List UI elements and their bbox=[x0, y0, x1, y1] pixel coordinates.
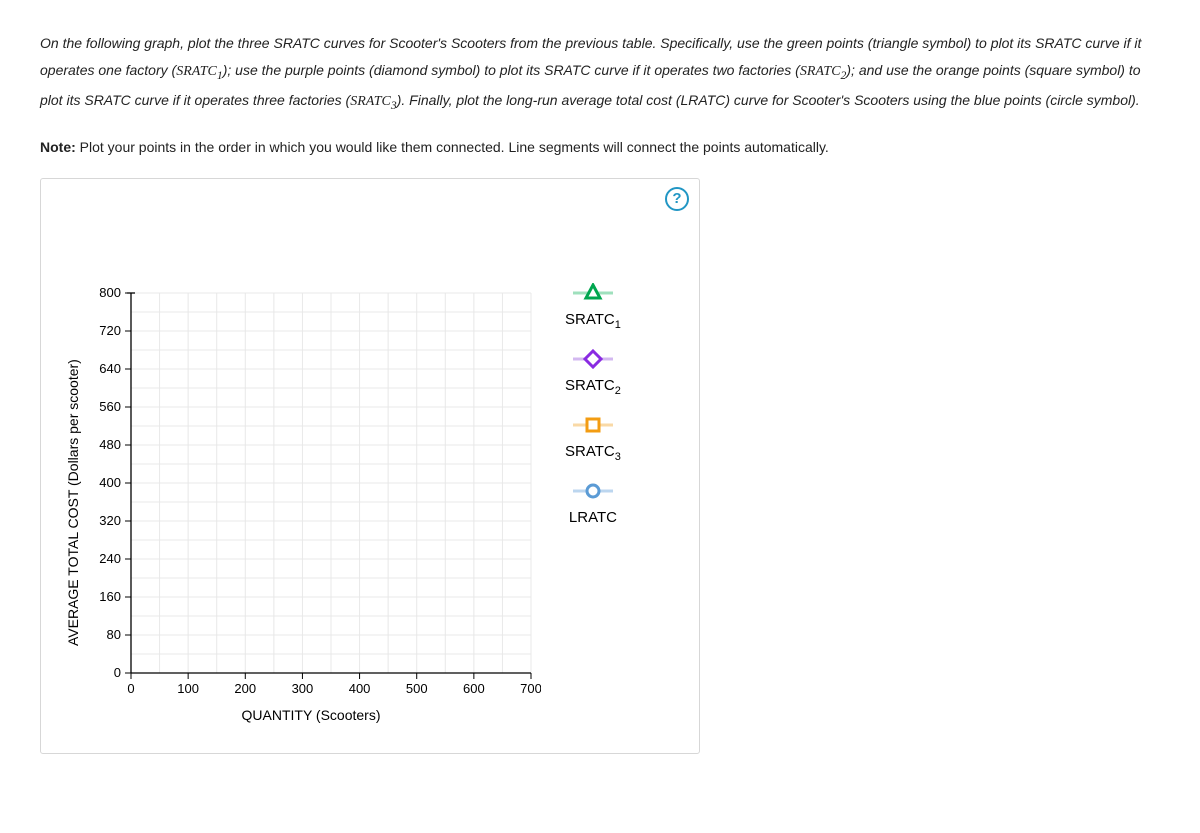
svg-text:560: 560 bbox=[99, 399, 121, 414]
svg-text:720: 720 bbox=[99, 323, 121, 338]
tool-palette: SRATC1 SRATC2 SRATC3 bbox=[565, 283, 621, 544]
instr-text: ). Finally, plot the long-run average to… bbox=[397, 92, 1140, 108]
svg-text:0: 0 bbox=[127, 681, 134, 696]
svg-text:400: 400 bbox=[349, 681, 371, 696]
tool-sratc1[interactable]: SRATC1 bbox=[565, 283, 621, 331]
help-icon: ? bbox=[672, 190, 681, 207]
svg-text:500: 500 bbox=[406, 681, 428, 696]
svg-text:320: 320 bbox=[99, 513, 121, 528]
svg-text:400: 400 bbox=[99, 475, 121, 490]
svg-text:240: 240 bbox=[99, 551, 121, 566]
plot-area[interactable]: 0 80 160 240 320 400 480 560 640 720 800 0 100 200 30… bbox=[81, 283, 541, 723]
svg-text:800: 800 bbox=[99, 285, 121, 300]
svg-text:700: 700 bbox=[520, 681, 541, 696]
tool-label: SRATC2 bbox=[565, 377, 621, 397]
svg-text:80: 80 bbox=[107, 627, 121, 642]
tool-label: SRATC1 bbox=[565, 311, 621, 331]
svg-text:640: 640 bbox=[99, 361, 121, 376]
var-sratc3: SRATC3 bbox=[350, 94, 397, 109]
var-sratc2: SRATC2 bbox=[800, 64, 847, 79]
svg-text:200: 200 bbox=[234, 681, 256, 696]
note-label: Note: bbox=[40, 139, 76, 155]
svg-text:480: 480 bbox=[99, 437, 121, 452]
svg-text:100: 100 bbox=[177, 681, 199, 696]
var-sratc1: SRATC1 bbox=[176, 64, 223, 79]
tool-label: LRATC bbox=[565, 509, 621, 526]
instructions: On the following graph, plot the three S… bbox=[40, 30, 1160, 117]
svg-text:600: 600 bbox=[463, 681, 485, 696]
svg-text:300: 300 bbox=[292, 681, 314, 696]
tool-sratc3[interactable]: SRATC3 bbox=[565, 415, 621, 463]
tool-label: SRATC3 bbox=[565, 443, 621, 463]
graph-panel: ? AVERAGE TOTAL COST (Dollars per scoote… bbox=[40, 178, 700, 754]
svg-text:160: 160 bbox=[99, 589, 121, 604]
instr-text: ); use the purple points (diamond symbol… bbox=[223, 62, 800, 78]
help-button[interactable]: ? bbox=[665, 187, 689, 211]
y-axis-label: AVERAGE TOTAL COST (Dollars per scooter) bbox=[61, 313, 81, 693]
tool-sratc2[interactable]: SRATC2 bbox=[565, 349, 621, 397]
note: Note: Plot your points in the order in w… bbox=[40, 135, 1160, 160]
note-text: Plot your points in the order in which y… bbox=[76, 139, 829, 155]
tool-lratc[interactable]: LRATC bbox=[565, 481, 621, 526]
svg-text:0: 0 bbox=[114, 665, 121, 680]
x-axis-label: QUANTITY (Scooters) bbox=[81, 707, 541, 723]
